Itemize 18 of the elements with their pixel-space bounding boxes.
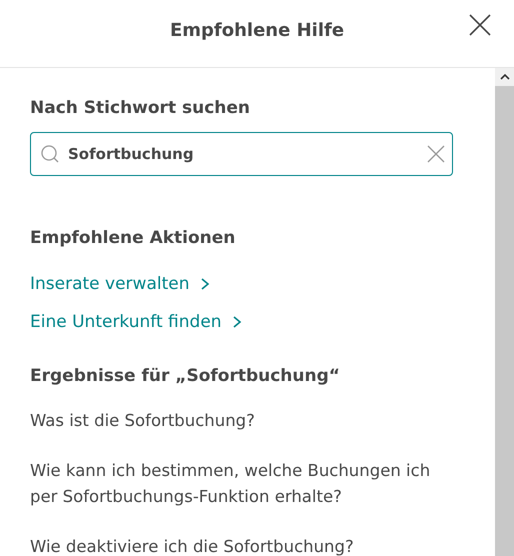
scrollbar[interactable]: [495, 68, 514, 556]
clear-icon[interactable]: [427, 145, 445, 163]
action-link[interactable]: Eine Unterkunft finden: [30, 312, 242, 332]
chevron-icon: [232, 315, 242, 329]
action-link[interactable]: Inserate verwalten: [30, 274, 210, 294]
section-heading: Empfohlene Aktionen: [30, 228, 236, 248]
chevron-icon: [200, 277, 210, 291]
scroll-up-icon[interactable]: [500, 73, 510, 81]
section-heading: Ergebnisse für „Sofortbuchung“: [30, 366, 340, 386]
close-button[interactable]: [469, 14, 491, 36]
result-link[interactable]: Wie kann ich bestimmen, welche Buchungen ich per Sofortbuchungs-Funktion erhalte?: [30, 458, 435, 510]
section-heading: Nach Stichwort suchen: [30, 98, 250, 118]
close-icon: [469, 14, 491, 36]
dialog-title: Empfohlene Hilfe: [170, 20, 344, 41]
search-icon: [40, 144, 60, 164]
result-link[interactable]: Was ist die Sofortbuchung?: [30, 408, 435, 434]
search-field[interactable]: Sofortbuchung: [30, 132, 453, 176]
result-link[interactable]: Wie deaktiviere ich die Sofortbuchung?: [30, 534, 435, 556]
